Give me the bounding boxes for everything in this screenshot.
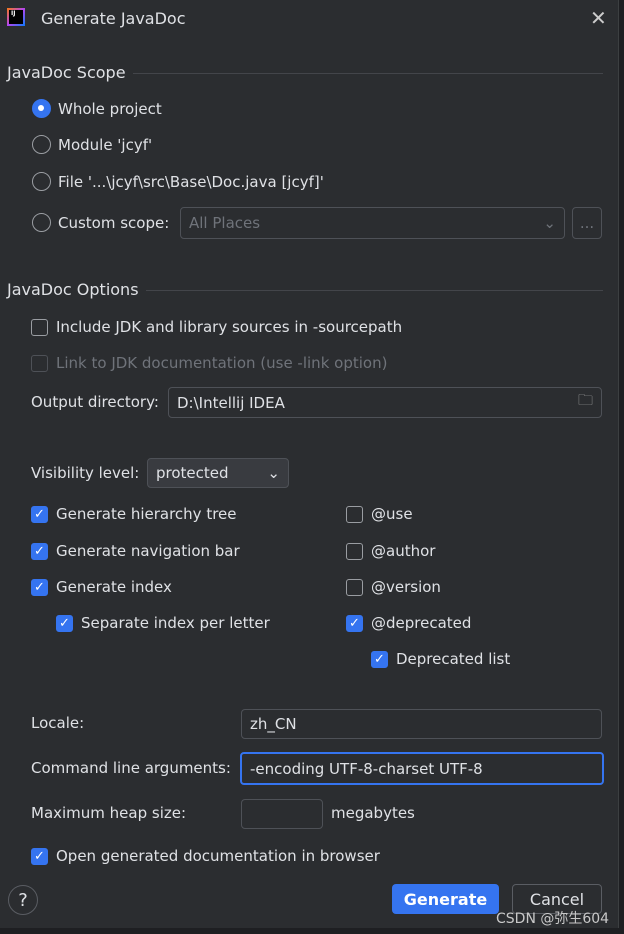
checkbox-icon: ✓ bbox=[31, 505, 48, 523]
checkbox-label: Separate index per letter bbox=[81, 614, 270, 632]
heap-size-unit: megabytes bbox=[331, 804, 415, 822]
radio-icon bbox=[32, 135, 51, 154]
hierarchy-tree-checkbox[interactable]: ✓ Generate hierarchy tree bbox=[31, 505, 237, 523]
checkbox-label: @use bbox=[371, 505, 413, 523]
custom-scope-select[interactable]: All Places ⌄ bbox=[180, 207, 565, 239]
watermark: CSDN @弥生604 bbox=[496, 911, 610, 927]
radio-label: Whole project bbox=[58, 99, 162, 118]
output-directory-input[interactable]: D:\Intellij IDEA 🗀 bbox=[168, 387, 602, 418]
deprecated-list-checkbox[interactable]: ✓ Deprecated list bbox=[371, 650, 510, 668]
generate-button[interactable]: Generate bbox=[392, 884, 499, 914]
heap-size-input[interactable] bbox=[241, 799, 323, 829]
checkbox-icon: ✓ bbox=[371, 650, 388, 668]
output-directory-value: D:\Intellij IDEA bbox=[177, 393, 285, 412]
visibility-value: protected bbox=[156, 464, 229, 482]
checkbox-icon: ✓ bbox=[31, 542, 48, 560]
checkbox-label: Include JDK and library sources in -sour… bbox=[56, 318, 403, 336]
locale-label: Locale: bbox=[31, 714, 85, 732]
output-directory-label: Output directory: bbox=[31, 393, 159, 411]
checkbox-icon: ✓ bbox=[31, 578, 48, 596]
checkbox-icon bbox=[346, 542, 363, 560]
open-browser-checkbox[interactable]: ✓ Open generated documentation in browser bbox=[31, 847, 380, 865]
radio-label: File '...\jcyf\src\Base\Doc.java [jcyf]' bbox=[58, 172, 324, 191]
radio-module[interactable]: Module 'jcyf' bbox=[32, 135, 152, 154]
checkbox-label: Link to JDK documentation (use -link opt… bbox=[56, 354, 388, 372]
radio-file[interactable]: File '...\jcyf\src\Base\Doc.java [jcyf]' bbox=[32, 172, 324, 191]
checkbox-label: Generate navigation bar bbox=[56, 542, 240, 560]
checkbox-icon bbox=[346, 578, 363, 596]
radio-whole-project[interactable]: Whole project bbox=[32, 99, 162, 118]
radio-custom-scope[interactable]: Custom scope: bbox=[32, 213, 169, 232]
author-checkbox[interactable]: @author bbox=[346, 542, 435, 560]
checkbox-label: @version bbox=[371, 578, 441, 596]
command-line-input[interactable]: -encoding UTF-8-charset UTF-8 bbox=[240, 752, 604, 785]
scope-heading: JavaDoc Scope bbox=[7, 63, 126, 82]
visibility-select[interactable]: protected ⌄ bbox=[147, 458, 289, 488]
help-button[interactable]: ? bbox=[8, 885, 38, 915]
radio-label: Custom scope: bbox=[58, 213, 170, 232]
locale-input[interactable]: zh_CN bbox=[241, 709, 602, 739]
use-checkbox[interactable]: @use bbox=[346, 505, 413, 523]
radio-label: Module 'jcyf' bbox=[58, 135, 153, 154]
separate-index-checkbox[interactable]: ✓ Separate index per letter bbox=[56, 614, 270, 632]
chevron-down-icon: ⌄ bbox=[267, 464, 280, 482]
generate-index-checkbox[interactable]: ✓ Generate index bbox=[31, 578, 172, 596]
navigation-bar-checkbox[interactable]: ✓ Generate navigation bar bbox=[31, 542, 240, 560]
folder-icon[interactable]: 🗀 bbox=[578, 390, 593, 415]
checkbox-label: @deprecated bbox=[371, 614, 472, 632]
dialog-title: Generate JavaDoc bbox=[41, 9, 186, 28]
checkbox-icon: ✓ bbox=[56, 614, 73, 632]
custom-scope-value: All Places bbox=[189, 214, 261, 232]
include-jdk-checkbox[interactable]: Include JDK and library sources in -sour… bbox=[31, 318, 402, 336]
heap-size-label: Maximum heap size: bbox=[31, 804, 187, 822]
command-line-label: Command line arguments: bbox=[31, 759, 231, 777]
radio-icon bbox=[32, 213, 51, 232]
link-jdk-checkbox[interactable]: Link to JDK documentation (use -link opt… bbox=[31, 354, 387, 372]
divider bbox=[146, 290, 603, 291]
options-heading: JavaDoc Options bbox=[7, 280, 139, 299]
radio-icon bbox=[32, 99, 51, 118]
divider bbox=[133, 73, 603, 74]
checkbox-label: @author bbox=[371, 542, 436, 560]
checkbox-label: Generate index bbox=[56, 578, 172, 596]
intellij-logo-icon: IJ bbox=[7, 8, 25, 26]
deprecated-checkbox[interactable]: ✓ @deprecated bbox=[346, 614, 471, 632]
close-icon[interactable]: ✕ bbox=[590, 6, 607, 30]
radio-icon bbox=[32, 172, 51, 191]
generate-javadoc-dialog: IJ Generate JavaDoc ✕ JavaDoc Scope Whol… bbox=[0, 0, 619, 928]
checkbox-icon: ✓ bbox=[346, 614, 363, 632]
version-checkbox[interactable]: @version bbox=[346, 578, 441, 596]
checkbox-icon bbox=[31, 318, 48, 336]
checkbox-label: Generate hierarchy tree bbox=[56, 505, 237, 523]
checkbox-icon: ✓ bbox=[31, 847, 48, 865]
checkbox-label: Open generated documentation in browser bbox=[56, 847, 380, 865]
visibility-label: Visibility level: bbox=[31, 464, 140, 482]
checkbox-icon bbox=[346, 505, 363, 523]
chevron-down-icon: ⌄ bbox=[543, 214, 556, 232]
checkbox-icon bbox=[31, 354, 48, 372]
browse-scope-button[interactable]: ... bbox=[572, 207, 602, 239]
checkbox-label: Deprecated list bbox=[396, 650, 511, 668]
